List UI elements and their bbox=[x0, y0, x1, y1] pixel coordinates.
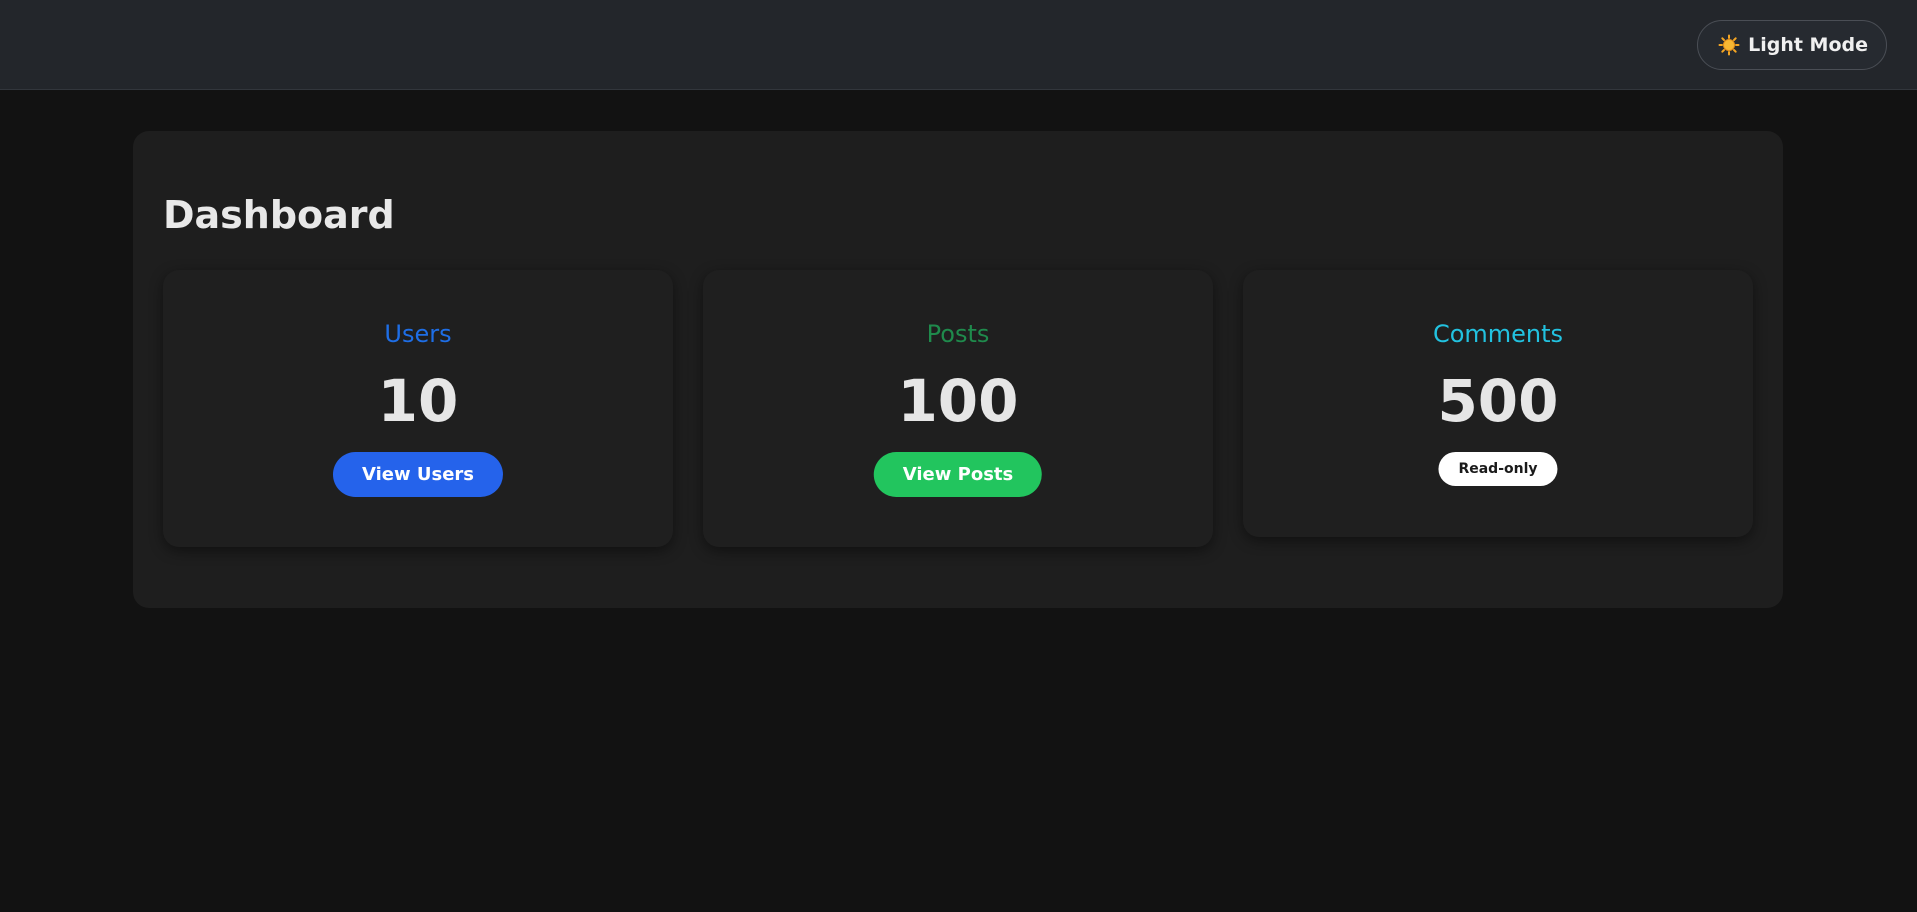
posts-card-label: Posts bbox=[926, 320, 990, 348]
users-count: 10 bbox=[377, 367, 459, 435]
users-card-label: Users bbox=[384, 320, 452, 348]
view-posts-button[interactable]: View Posts bbox=[873, 452, 1043, 497]
theme-toggle-button[interactable]: Light Mode bbox=[1697, 20, 1887, 70]
read-only-badge: Read-only bbox=[1438, 452, 1558, 486]
posts-card: Posts 100 View Posts bbox=[703, 270, 1213, 547]
posts-count: 100 bbox=[897, 367, 1019, 435]
theme-toggle-label: Light Mode bbox=[1748, 34, 1868, 56]
comments-count: 500 bbox=[1437, 367, 1559, 435]
sun-icon bbox=[1718, 34, 1740, 56]
top-bar: Light Mode bbox=[0, 0, 1917, 90]
dashboard-panel: Dashboard Users 10 View Users Posts 100 … bbox=[133, 131, 1783, 608]
comments-card-label: Comments bbox=[1432, 320, 1564, 348]
comments-card: Comments 500 Read-only bbox=[1243, 270, 1753, 537]
page-title: Dashboard bbox=[163, 193, 395, 237]
view-users-button[interactable]: View Users bbox=[332, 452, 504, 497]
users-card: Users 10 View Users bbox=[163, 270, 673, 547]
